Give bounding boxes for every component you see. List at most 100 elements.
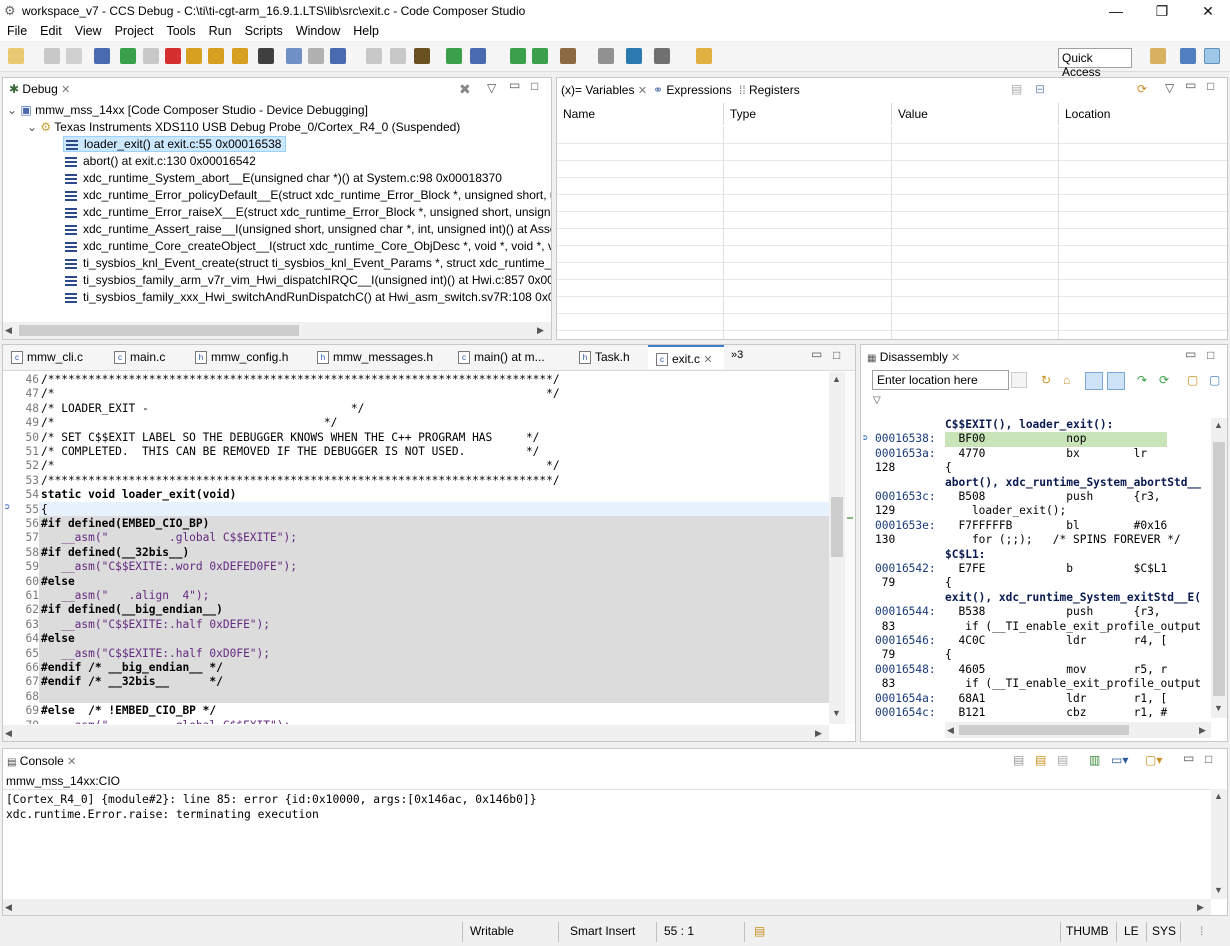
column-header-location[interactable]: Location — [1059, 103, 1227, 125]
minimize-view-icon[interactable]: ▭ — [509, 78, 520, 92]
maximize-view-icon[interactable]: □ — [833, 348, 840, 362]
editor-vertical-scrollbar[interactable]: ▲ ▼ — [829, 372, 845, 724]
build-icon[interactable] — [560, 48, 576, 64]
scroll-up-icon[interactable]: ▲ — [1214, 791, 1223, 801]
column-header-value[interactable]: Value — [892, 103, 1059, 125]
minimize-button[interactable]: — — [1106, 2, 1126, 20]
tab-expressions[interactable]: ⚭ Expressions — [653, 78, 732, 102]
editor-horizontal-scrollbar[interactable]: ◀ ▶ — [3, 725, 829, 741]
view-menu-icon[interactable]: ▽ — [1165, 81, 1174, 95]
clear-console-icon[interactable]: ▤ — [1013, 753, 1024, 767]
column-header-name[interactable]: Name — [557, 103, 724, 125]
editor-tab-overflow[interactable]: »3 — [731, 349, 743, 361]
tab-console[interactable]: ▤ Console ✕ — [3, 749, 93, 773]
minimize-view-icon[interactable]: ▭ — [1185, 347, 1196, 361]
update-icon[interactable]: ▤ — [754, 924, 765, 938]
scroll-up-icon[interactable]: ▲ — [832, 374, 841, 384]
tab-registers[interactable]: ⁞⁞ Registers — [739, 78, 800, 102]
menu-project[interactable]: Project — [108, 22, 160, 38]
pin-console-icon[interactable]: ▥ — [1089, 753, 1100, 767]
tab-debug[interactable]: ✱ Debug ✕ — [3, 78, 87, 100]
pin-view-icon[interactable]: ▢ — [1209, 373, 1220, 387]
scroll-left-icon[interactable]: ◀ — [947, 725, 954, 736]
menu-tools[interactable]: Tools — [159, 22, 201, 38]
run-icon[interactable] — [446, 48, 462, 64]
terminate-icon[interactable] — [165, 48, 181, 64]
close-icon[interactable]: ✕ — [61, 84, 70, 96]
scroll-right-icon[interactable]: ▶ — [1197, 902, 1204, 913]
minimize-view-icon[interactable]: ▭ — [811, 347, 822, 361]
column-header-type[interactable]: Type — [724, 103, 892, 125]
open-perspective-icon[interactable] — [1150, 48, 1166, 64]
editor-tab-mmw-config[interactable]: h mmw_config.h — [187, 345, 288, 369]
scroll-right-icon[interactable]: ▶ — [815, 728, 822, 739]
collapse-all-icon[interactable]: ⊟ — [1035, 82, 1045, 96]
refresh-icon[interactable]: ⟳ — [1137, 82, 1147, 96]
maximize-view-icon[interactable]: □ — [1207, 79, 1214, 93]
display-console-icon[interactable]: ▭▾ — [1111, 753, 1128, 767]
stack-frame[interactable]: ti_sysbios_family_arm_v7r_vim_Hwi_dispat… — [7, 272, 551, 289]
restart-icon[interactable] — [390, 48, 406, 64]
editor-tab-task[interactable]: h Task.h — [571, 345, 630, 369]
save-icon[interactable] — [44, 48, 60, 64]
suspend-icon[interactable] — [143, 48, 159, 64]
view-menu-icon[interactable]: ▽ — [873, 395, 881, 406]
new-icon[interactable] — [8, 48, 24, 64]
remove-terminated-icon[interactable]: ✖ — [459, 81, 471, 98]
scroll-thumb[interactable] — [1213, 442, 1225, 696]
stack-frame[interactable]: xdc_runtime_Error_raiseX__E(struct xdc_r… — [7, 204, 551, 221]
settings-icon[interactable] — [654, 48, 670, 64]
resume-icon[interactable] — [120, 48, 136, 64]
tab-disassembly[interactable]: ▦ Disassembly ✕ — [861, 345, 971, 369]
stack-frame[interactable]: loader_exit() at exit.c:55 0x00016538 — [7, 136, 551, 153]
pin-icon[interactable] — [696, 48, 712, 64]
view-menu-icon[interactable]: ▽ — [487, 81, 496, 95]
chevron-down-icon[interactable]: ⌄ — [27, 120, 37, 134]
scroll-right-icon[interactable]: ▶ — [537, 325, 544, 336]
stack-frame[interactable]: xdc_runtime_Error_policyDefault__E(struc… — [7, 187, 551, 204]
menu-run[interactable]: Run — [202, 22, 238, 38]
search-icon[interactable] — [626, 48, 642, 64]
menu-view[interactable]: View — [68, 22, 108, 38]
clean-icon[interactable] — [598, 48, 614, 64]
scroll-thumb[interactable] — [19, 325, 299, 336]
ccs-debug-perspective-icon[interactable] — [1204, 48, 1220, 64]
stack-frame[interactable]: abort() at exit.c:130 0x00016542 — [7, 153, 551, 170]
editor-tab-main[interactable]: c main.c — [106, 345, 165, 369]
console-vertical-scrollbar[interactable]: ▲ ▼ — [1211, 789, 1227, 899]
maximize-view-icon[interactable]: □ — [1205, 752, 1212, 766]
open-console-icon[interactable]: ▢▾ — [1145, 753, 1162, 767]
save-all-icon[interactable] — [66, 48, 82, 64]
ccs-edit-perspective-icon[interactable] — [1180, 48, 1196, 64]
maximize-button[interactable]: ❐ — [1152, 2, 1172, 20]
stack-frame[interactable]: ti_sysbios_family_xxx_Hwi_switchAndRunDi… — [7, 289, 551, 306]
next-annotation-icon[interactable] — [510, 48, 526, 64]
minimize-view-icon[interactable]: ▭ — [1185, 78, 1196, 92]
minimize-view-icon[interactable]: ▭ — [1183, 751, 1194, 765]
menu-help[interactable]: Help — [346, 22, 385, 38]
step-over-icon[interactable]: ↷ — [1137, 373, 1147, 387]
console-output[interactable]: [Cortex_R4_0] {module#2}: line 85: error… — [3, 789, 1211, 899]
stack-frame[interactable]: ti_sysbios_knl_Event_create(struct ti_sy… — [7, 255, 551, 272]
link-with-debug-icon[interactable]: ↻ — [1041, 373, 1051, 387]
stack-frame[interactable]: xdc_runtime_System_abort__E(unsigned cha… — [7, 170, 551, 187]
tab-variables[interactable]: (x)= Variables ✕ — [557, 78, 649, 102]
close-icon[interactable]: ✕ — [703, 354, 712, 366]
debug-config-icon[interactable] — [470, 48, 486, 64]
step-into-icon[interactable] — [186, 48, 202, 64]
tree-item-probe[interactable]: ⌄ ⚙ Texas Instruments XDS110 USB Debug P… — [7, 119, 551, 136]
menu-file[interactable]: File — [0, 22, 33, 38]
disassembly-vertical-scrollbar[interactable]: ▲ ▼ — [1211, 418, 1227, 718]
status-menu-icon[interactable]: ⁞ — [1200, 924, 1203, 938]
scroll-down-icon[interactable]: ▼ — [1214, 703, 1223, 713]
console-horizontal-scrollbar[interactable]: ◀ ▶ — [3, 899, 1211, 915]
source-icon[interactable] — [1107, 372, 1125, 390]
step-over-icon[interactable] — [208, 48, 224, 64]
breakpoint-icon[interactable] — [366, 48, 382, 64]
scroll-thumb[interactable] — [831, 497, 843, 557]
close-icon[interactable]: ✕ — [951, 352, 960, 364]
scroll-down-icon[interactable]: ▼ — [1214, 885, 1223, 895]
disassembly-horizontal-scrollbar[interactable]: ◀ ▶ — [945, 722, 1211, 738]
load-program-icon[interactable] — [414, 48, 430, 64]
connect-icon[interactable] — [308, 48, 324, 64]
